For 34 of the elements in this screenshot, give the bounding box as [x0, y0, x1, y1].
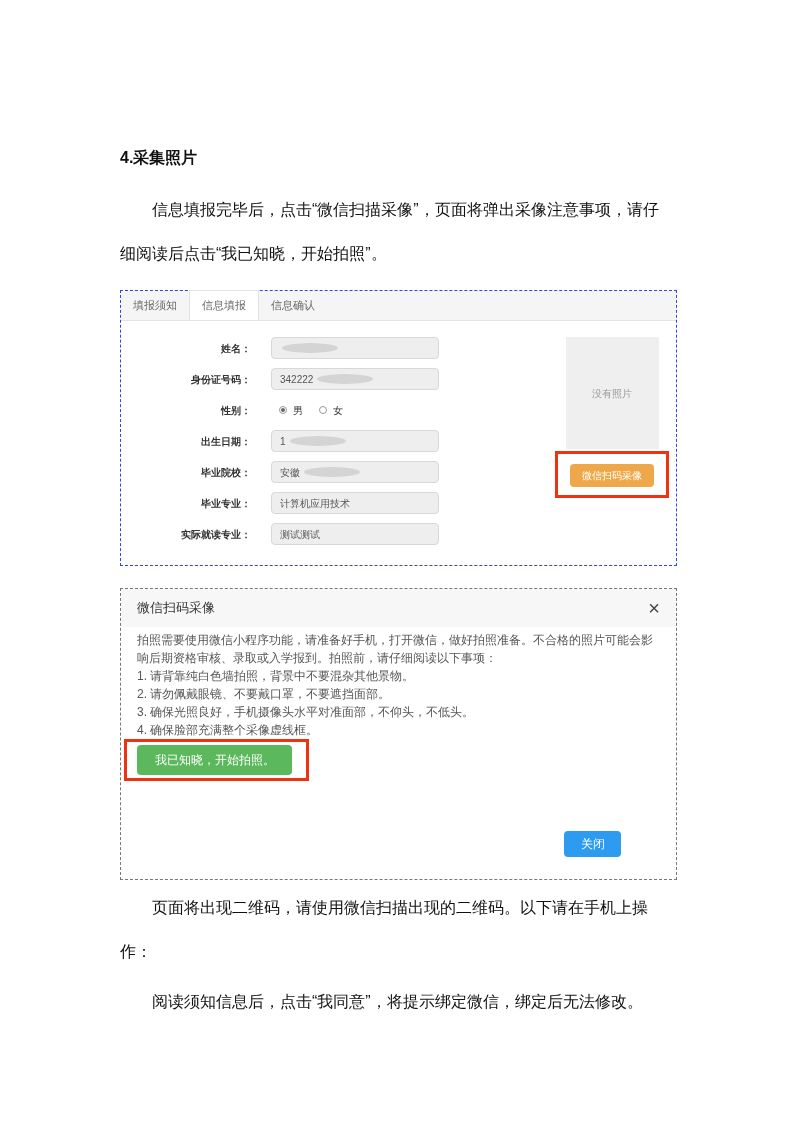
radio-label: 男 — [293, 403, 303, 418]
dialog-text: 拍照需要使用微信小程序功能，请准备好手机，打开微信，做好拍照准备。不合格的照片可能会影响后期资格审核、录取或入学报到。拍照前，请仔细阅读以下事项： — [137, 632, 654, 667]
blur-redaction — [302, 466, 362, 478]
blur-redaction — [287, 435, 348, 447]
field-label: 毕业专业： — [200, 496, 252, 511]
tab[interactable]: 信息确认 — [259, 290, 327, 320]
radio-button[interactable] — [279, 406, 287, 414]
dialog-title: 微信扫码采像 — [137, 599, 215, 618]
radio-label: 女 — [333, 403, 343, 418]
input-field[interactable]: 计算机应用技术 — [271, 492, 439, 514]
section-heading: 4.采集照片 — [120, 148, 199, 168]
paragraph: 阅读须知信息后，点击“我同意”，将提示绑定微信，绑定后无法修改。 — [151, 992, 644, 1012]
blur-redaction — [280, 342, 340, 354]
field-label: 毕业院校： — [200, 465, 252, 480]
field-label: 性别： — [219, 403, 252, 418]
notice-item: 3. 确保光照良好，手机摄像头水平对准面部，不仰头，不低头。 — [137, 704, 476, 721]
paragraph: 信息填报完毕后，点击“微信扫描采像”，页面将弹出采像注意事项，请仔细阅读后点击“我已知晓，开始拍照”。 — [120, 200, 660, 264]
field-label: 出生日期： — [200, 434, 252, 449]
notice-item: 1. 请背靠纯白色墙拍照，背景中不要混杂其他景物。 — [137, 668, 416, 685]
tab[interactable]: 填报须知 — [121, 290, 189, 320]
field-label: 实际就读专业： — [180, 527, 252, 542]
input-field[interactable]: 测试测试 — [271, 523, 439, 545]
notice-item: 4. 确保脸部充满整个采像虚线框。 — [137, 722, 320, 739]
input-field[interactable]: 1 — [271, 430, 439, 452]
paragraph: 页面将出现二维码，请使用微信扫描出现的二维码。以下请在手机上操作： — [120, 898, 649, 962]
tab[interactable]: 信息填报 — [189, 290, 259, 320]
input-field[interactable]: 安徽 — [271, 461, 439, 483]
photo-frame: 没有照片 — [565, 337, 659, 449]
input-field[interactable]: 342222 — [271, 368, 439, 390]
field-label: 姓名： — [220, 341, 252, 356]
blur-redaction — [315, 373, 376, 385]
field-label: 身份证号码： — [190, 372, 252, 387]
input-field[interactable] — [271, 337, 439, 359]
notice-item: 2. 请勿佩戴眼镜、不要戴口罩，不要遮挡面部。 — [137, 686, 392, 703]
